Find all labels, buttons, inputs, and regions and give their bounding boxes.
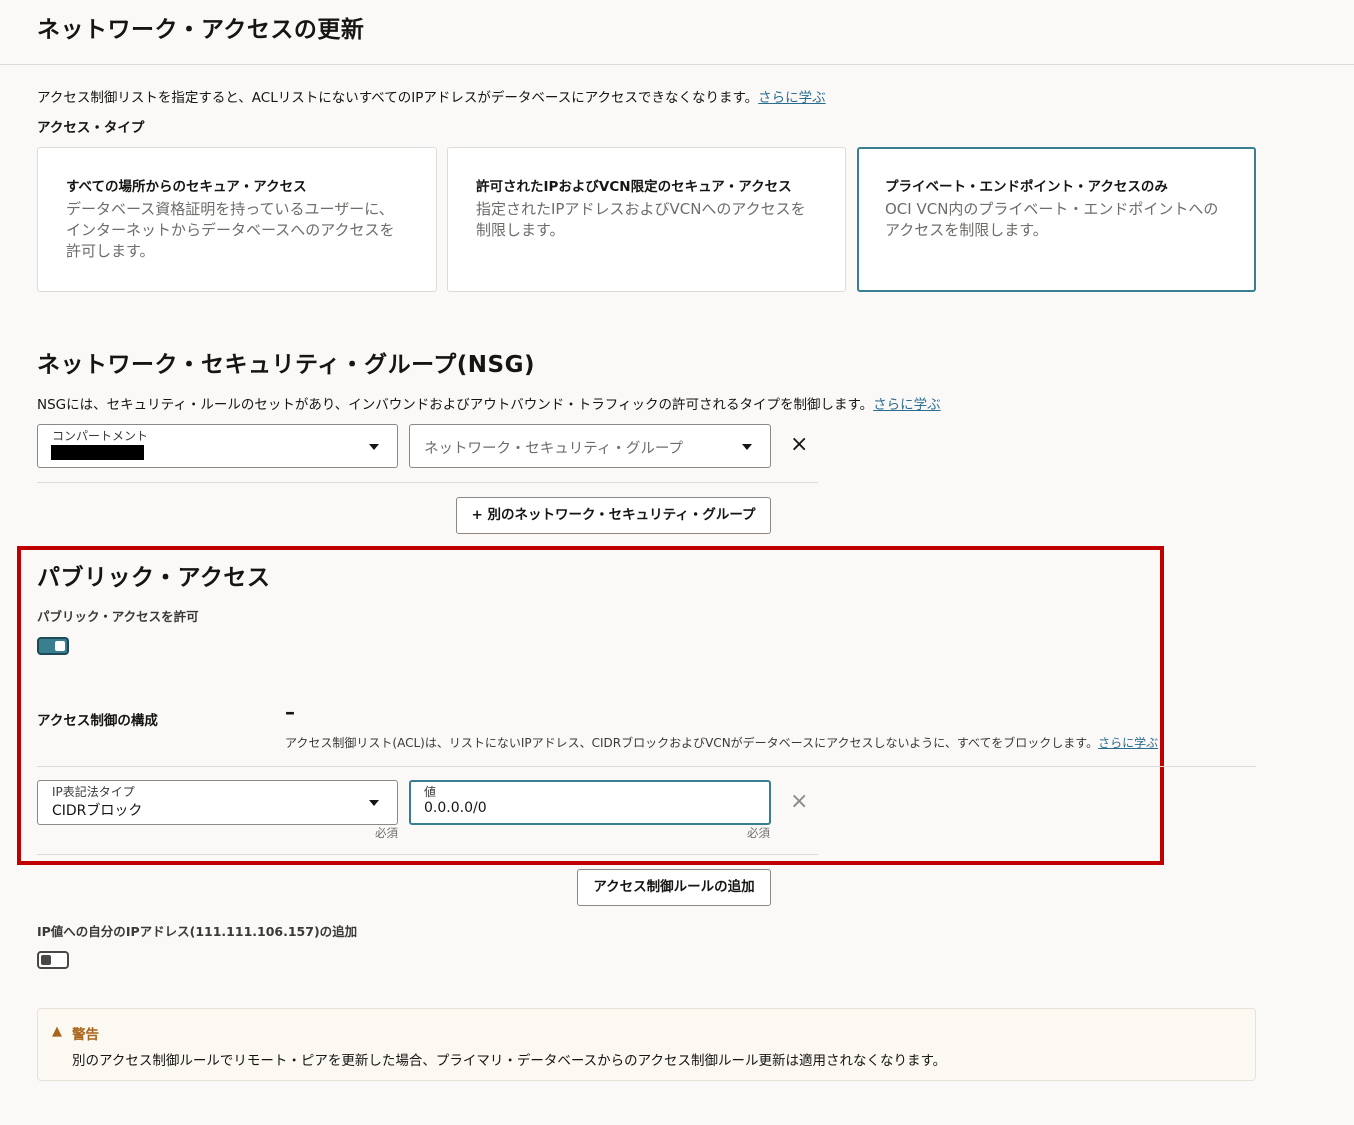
compartment-label: コンパートメント: [52, 429, 149, 443]
acl-learn-more-link[interactable]: さらに学ぶ: [1098, 736, 1158, 750]
allow-public-access-label: パブリック・アクセスを許可: [37, 609, 199, 624]
add-my-ip-label: IP値への自分のIPアドレス(111.111.106.157)の追加: [37, 924, 358, 939]
ip-value-required-hint: 必須: [747, 826, 770, 840]
warning-banner: ▲ 警告 別のアクセス制御ルールでリモート・ピアを更新した場合、プライマリ・デー…: [37, 1008, 1256, 1081]
toggle-knob: [55, 641, 65, 651]
nsg-divider: [37, 482, 818, 483]
header-divider: [0, 64, 1354, 65]
chevron-down-icon: [369, 800, 379, 806]
page-title: ネットワーク・アクセスの更新: [37, 17, 365, 43]
nsg-description-text: NSGには、セキュリティ・ルールのセットがあり、インバウンドおよびアウトバウンド…: [37, 397, 874, 413]
remove-nsg-close-icon[interactable]: ×: [790, 433, 808, 457]
nsg-select[interactable]: ネットワーク・セキュリティ・グループ: [409, 424, 771, 468]
warning-icon: ▲: [52, 1024, 62, 1039]
nsg-description: NSGには、セキュリティ・ルールのセットがあり、インバウンドおよびアウトバウンド…: [37, 393, 941, 413]
ip-type-required-hint: 必須: [375, 826, 398, 840]
ip-value-label: 値: [424, 785, 437, 799]
toggle-knob: [41, 955, 51, 965]
chevron-down-icon: [742, 444, 752, 450]
ip-value-input[interactable]: 値 0.0.0.0/0: [409, 780, 771, 825]
access-control-config-label: アクセス制御の構成: [37, 713, 158, 729]
card-text-2: 制限します。: [476, 221, 565, 239]
nsg-select-placeholder: ネットワーク・セキュリティ・グループ: [424, 441, 683, 457]
access-type-card-allowed-ips[interactable]: 許可されたIPおよびVCN限定のセキュア・アクセス 指定されたIPアドレスおよび…: [447, 147, 846, 292]
access-type-label: アクセス・タイプ: [37, 120, 145, 136]
card-text-2: インターネットからデータベースへのアクセスを: [66, 221, 395, 239]
allow-public-access-toggle[interactable]: [37, 637, 69, 655]
acl-description-text: アクセス制御リスト(ACL)は、リストにないIPアドレス、CIDRブロックおよび…: [285, 736, 1099, 750]
card-text-3: 許可します。: [66, 242, 155, 260]
ip-notation-type-value: CIDRブロック: [52, 803, 143, 819]
warning-text: 別のアクセス制御ルールでリモート・ピアを更新した場合、プライマリ・データベースか…: [72, 1053, 947, 1069]
add-nsg-button[interactable]: + 別のネットワーク・セキュリティ・グループ: [456, 497, 771, 534]
card-title: 許可されたIPおよびVCN限定のセキュア・アクセス: [476, 179, 792, 195]
card-title: すべての場所からのセキュア・アクセス: [66, 179, 307, 195]
chevron-down-icon: [369, 444, 379, 450]
card-text-1: データベース資格証明を持っているユーザーに、: [66, 200, 394, 218]
acl-description: アクセス制御リスト(ACL)は、リストにないIPアドレス、CIDRブロックおよび…: [285, 734, 1158, 751]
card-text-1: 指定されたIPアドレスおよびVCNへのアクセスを: [476, 200, 806, 218]
access-type-card-private-endpoint[interactable]: プライベート・エンドポイント・アクセスのみ OCI VCN内のプライベート・エン…: [857, 147, 1256, 292]
ip-notation-type-label: IP表記法タイプ: [52, 785, 135, 799]
acl-intro-learn-more-link[interactable]: さらに学ぶ: [758, 90, 826, 106]
redacted-compartment-value: [51, 445, 144, 460]
access-control-config-value: –: [285, 700, 295, 724]
add-access-control-rule-button[interactable]: アクセス制御ルールの追加: [577, 869, 771, 906]
remove-rule-close-icon[interactable]: ×: [790, 790, 808, 814]
compartment-select[interactable]: コンパートメント: [37, 424, 398, 468]
card-text-1: OCI VCN内のプライベート・エンドポイントへの: [885, 200, 1219, 218]
card-title: プライベート・エンドポイント・アクセスのみ: [885, 179, 1168, 195]
warning-title: 警告: [72, 1027, 99, 1043]
acl-intro-text: アクセス制御リストを指定すると、ACLリストにないすべてのIPアドレスがデータベ…: [37, 90, 759, 106]
add-my-ip-toggle[interactable]: [37, 951, 69, 969]
ip-value-text: 0.0.0.0/0: [424, 800, 487, 816]
acl-intro: アクセス制御リストを指定すると、ACLリストにないすべてのIPアドレスがデータベ…: [37, 86, 826, 106]
ip-notation-type-select[interactable]: IP表記法タイプ CIDRブロック: [37, 780, 398, 825]
acl-divider: [37, 766, 1256, 767]
rule-divider: [37, 854, 818, 855]
access-type-card-anywhere[interactable]: すべての場所からのセキュア・アクセス データベース資格証明を持っているユーザーに…: [37, 147, 437, 292]
card-text-2: アクセスを制限します。: [885, 221, 1048, 239]
public-access-heading: パブリック・アクセス: [37, 565, 271, 591]
nsg-heading: ネットワーク・セキュリティ・グループ(NSG): [37, 352, 535, 378]
nsg-learn-more-link[interactable]: さらに学ぶ: [873, 397, 941, 413]
